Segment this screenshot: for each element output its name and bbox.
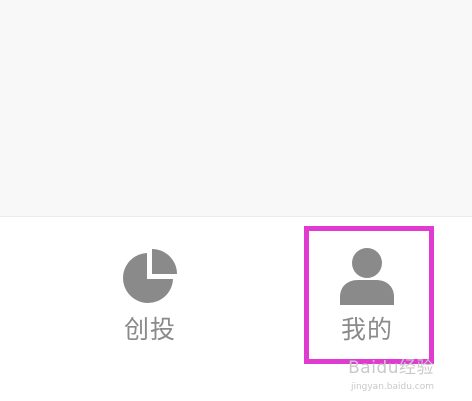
pie-chart-icon bbox=[119, 245, 181, 307]
person-icon bbox=[336, 245, 398, 307]
bottom-tab-bar: 创投 我的 bbox=[0, 216, 472, 401]
tab-chuangtou-label: 创投 bbox=[123, 315, 176, 344]
content-area bbox=[0, 0, 472, 216]
tab-wode-label: 我的 bbox=[340, 315, 393, 344]
tab-wode[interactable]: 我的 bbox=[302, 217, 432, 367]
tab-chuangtou[interactable]: 创投 bbox=[85, 217, 215, 367]
